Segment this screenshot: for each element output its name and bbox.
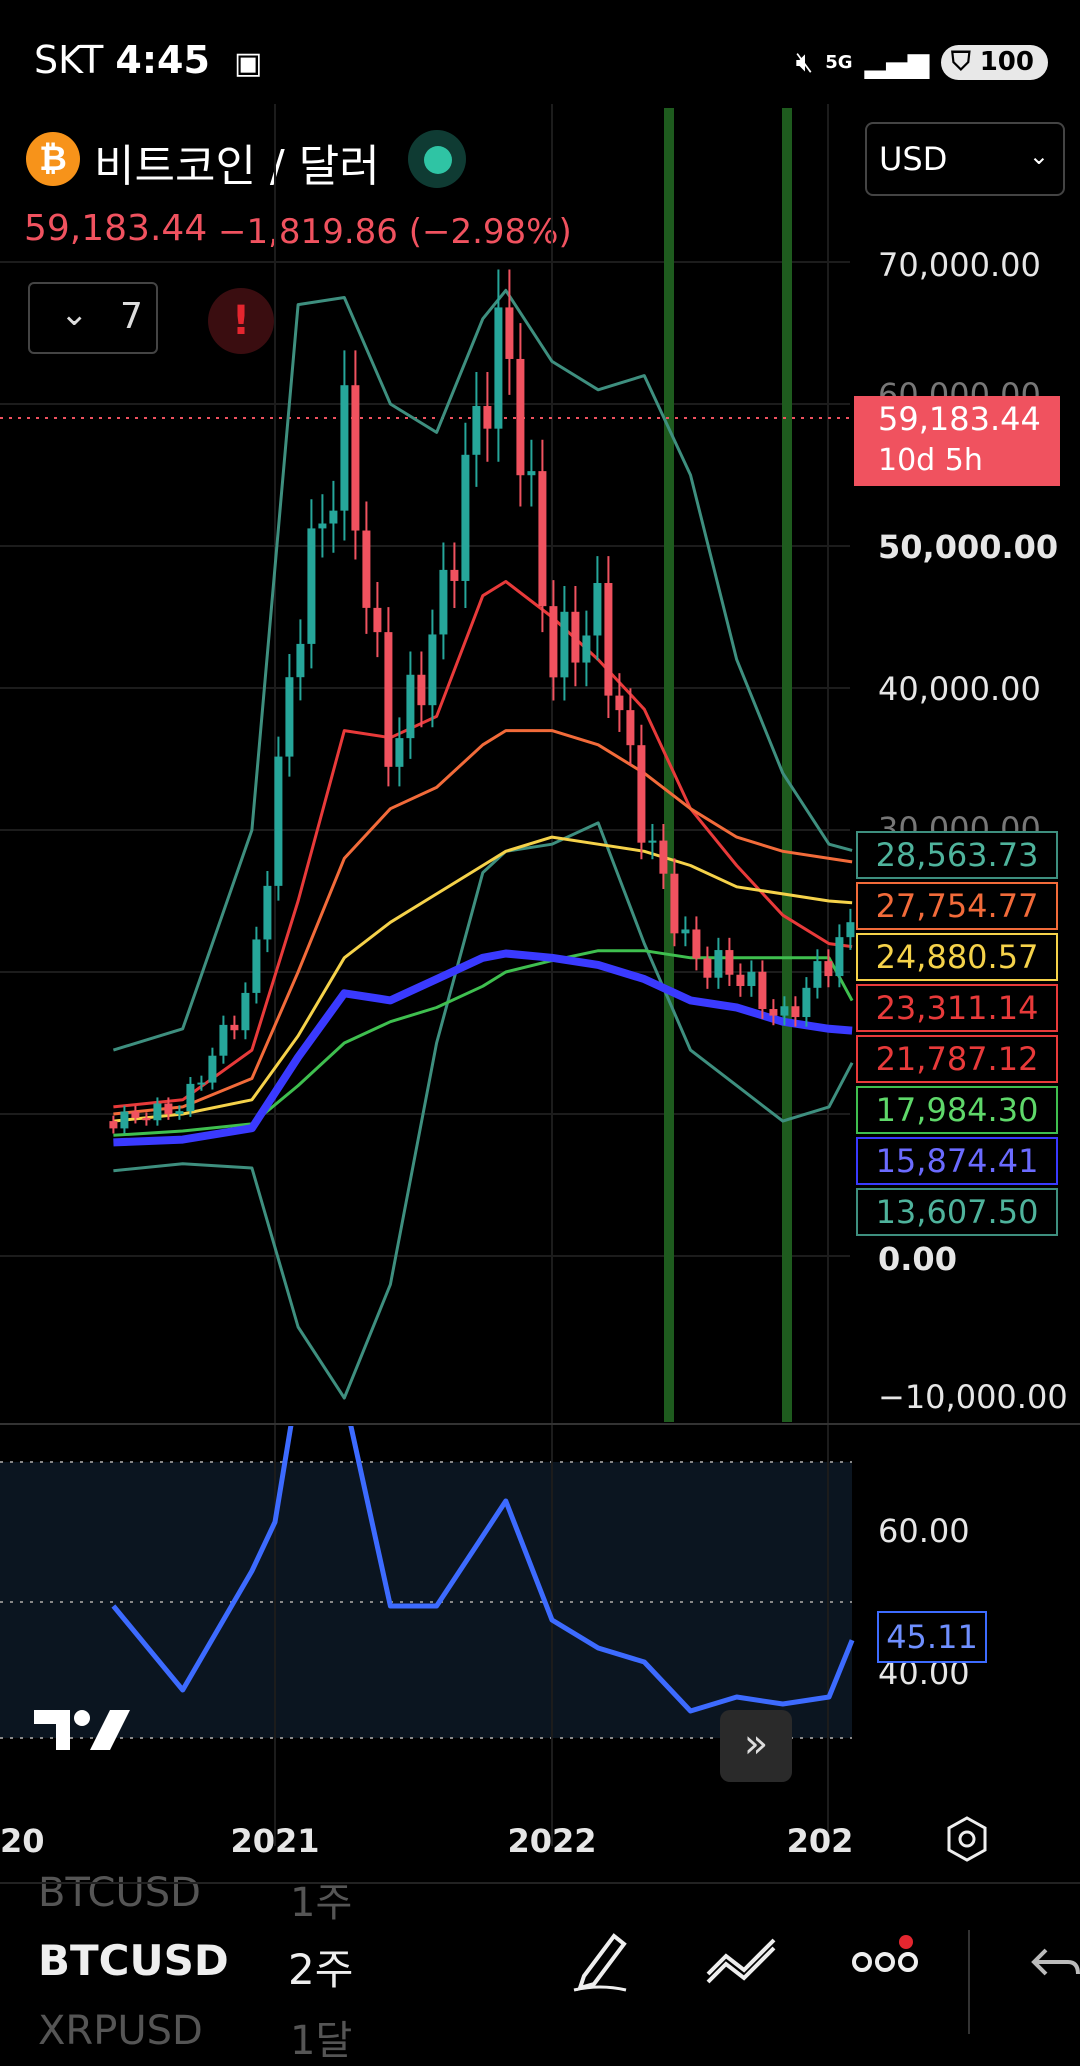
rsi-pane[interactable]: 60.00 40.00 45.11 [0, 1426, 1080, 1846]
indicator-value-text: 21,787.12 [876, 1040, 1039, 1078]
price-scale[interactable]: 70,000.00 60,000.00 50,000.00 40,000.00 … [0, 0, 1080, 1430]
indicator-value-text: 28,563.73 [876, 836, 1039, 874]
indicator-value-text: 23,311.14 [876, 989, 1039, 1027]
more-icon[interactable] [852, 1934, 918, 1984]
symbol-list-item[interactable]: BTCUSD [38, 1870, 201, 1916]
countdown-label: 10d 5h [878, 443, 983, 478]
price-tick: 0.00 [878, 1240, 957, 1278]
price-tick: 50,000.00 [878, 528, 1058, 566]
price-tick: −10,000.00 [878, 1378, 1068, 1416]
indicator-value-text: 24,880.57 [876, 938, 1039, 976]
current-price-label: 59,183.44 [878, 400, 1041, 438]
rsi-band [0, 1462, 852, 1738]
tradingview-logo-icon [34, 1710, 130, 1750]
time-label: 2021 [230, 1822, 319, 1860]
symbol-list-item[interactable]: XRPUSD [38, 2008, 203, 2054]
current-timeframe[interactable]: 2주 [288, 1936, 353, 1997]
time-label: 202 [787, 1822, 854, 1860]
divider [0, 1882, 1080, 1884]
settings-hexagon-icon[interactable] [942, 1814, 992, 1864]
divider [968, 1930, 970, 2034]
indicator-value-text: 17,984.30 [876, 1091, 1039, 1129]
price-tick: 70,000.00 [878, 246, 1041, 284]
indicator-value-labels: 28,563.73 27,754.77 24,880.57 23,311.14 21,7… [856, 831, 1058, 1236]
price-tick: 40,000.00 [878, 670, 1041, 708]
indicator-value-text: 27,754.77 [876, 887, 1039, 925]
rsi-current-value: 45.11 [886, 1618, 978, 1656]
pencil-icon[interactable] [570, 1928, 630, 1994]
timeframe-list-item[interactable]: 1주 [290, 1870, 352, 1928]
indicator-value-text: 13,607.50 [876, 1193, 1039, 1231]
indicator-value-text: 15,874.41 [876, 1142, 1039, 1180]
timeframe-list-item[interactable]: 1달 [290, 2008, 352, 2066]
undo-icon[interactable] [1028, 1940, 1080, 1990]
time-label: 20 [0, 1822, 45, 1860]
time-label: 2022 [507, 1822, 596, 1860]
scroll-to-realtime-button[interactable]: » [720, 1710, 792, 1782]
current-symbol[interactable]: BTCUSD [38, 1936, 229, 1985]
trend-line-icon[interactable] [704, 1930, 778, 1990]
rsi-tick-label: 60.00 [878, 1512, 970, 1550]
